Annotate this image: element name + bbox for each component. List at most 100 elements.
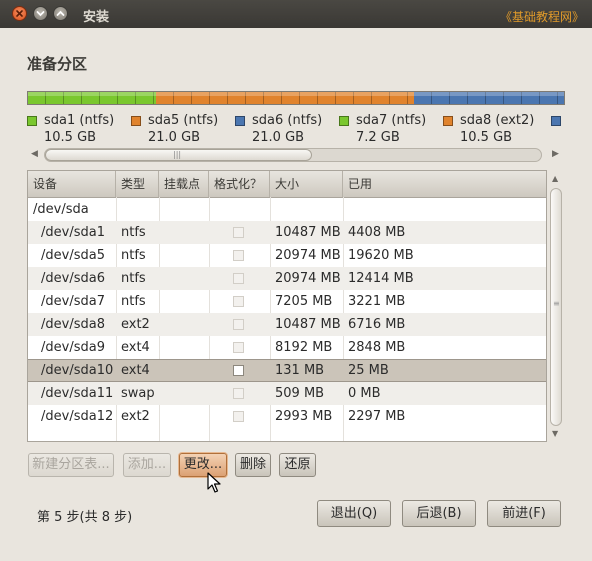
legend-label: sda6 (ntfs) bbox=[252, 113, 323, 128]
legend-size: 10.5 GB bbox=[460, 130, 513, 145]
format-checkbox[interactable] bbox=[233, 342, 244, 353]
device-cell: /dev/sda8 bbox=[41, 317, 105, 332]
format-checkbox[interactable] bbox=[233, 250, 244, 261]
page-title: 准备分区 bbox=[27, 55, 88, 73]
table-row[interactable]: /dev/sda11 swap 509 MB 0 MB bbox=[28, 382, 546, 405]
used-cell: 2848 MB bbox=[348, 340, 406, 355]
legend-swatch bbox=[131, 116, 141, 126]
type-cell: ext4 bbox=[121, 340, 150, 355]
column-header-size[interactable]: 大小 bbox=[270, 171, 343, 197]
device-cell: /dev/sda11 bbox=[41, 386, 114, 401]
partition-segment-sda6 bbox=[414, 92, 564, 104]
size-cell: 7205 MB bbox=[275, 294, 333, 309]
table-row[interactable]: /dev/sda5 ntfs 20974 MB 19620 MB bbox=[28, 244, 546, 267]
format-checkbox[interactable] bbox=[233, 296, 244, 307]
column-header-device[interactable]: 设备 bbox=[28, 171, 116, 197]
device-cell: /dev/sda10 bbox=[41, 363, 114, 378]
chevron-up-icon bbox=[56, 10, 65, 16]
used-cell: 3221 MB bbox=[348, 294, 406, 309]
used-cell: 19620 MB bbox=[348, 248, 414, 263]
window-title: 安装 bbox=[83, 10, 110, 25]
delete-partition-button[interactable]: 删除 bbox=[235, 453, 271, 477]
close-window-button[interactable] bbox=[12, 6, 27, 21]
used-cell: 25 MB bbox=[348, 363, 389, 378]
partition-table[interactable]: 设备 类型 挂载点 格式化？ 大小 已用 /dev/sda /dev/sda1 … bbox=[27, 170, 547, 442]
partition-bar bbox=[27, 91, 565, 105]
new-partition-table-button[interactable]: 新建分区表... bbox=[28, 453, 114, 477]
partition-legend: sda1 (ntfs) 10.5 GB sda5 (ntfs) 21.0 GB … bbox=[27, 113, 565, 145]
table-row[interactable]: /dev/sda12 ext2 2993 MB 2297 MB bbox=[28, 405, 546, 428]
scroll-left-icon[interactable]: ◀ bbox=[31, 149, 38, 159]
legend-size: 21.0 GB bbox=[252, 130, 305, 145]
size-cell: 10487 MB bbox=[275, 317, 341, 332]
legend-size: 21.0 GB bbox=[148, 130, 201, 145]
table-row-disk[interactable]: /dev/sda bbox=[28, 198, 546, 221]
format-checkbox[interactable] bbox=[233, 388, 244, 399]
back-button[interactable]: 后退(B) bbox=[402, 500, 476, 527]
table-row-selected[interactable]: /dev/sda10 ext4 131 MB 25 MB bbox=[28, 359, 546, 382]
mouse-pointer-icon bbox=[207, 472, 221, 493]
format-checkbox[interactable] bbox=[233, 273, 244, 284]
scroll-down-icon[interactable]: ▼ bbox=[552, 429, 558, 438]
legend-size: 7.2 GB bbox=[356, 130, 400, 145]
type-cell: ntfs bbox=[121, 294, 146, 309]
type-cell: ext4 bbox=[121, 363, 150, 378]
legend-size: 10.5 GB bbox=[44, 130, 97, 145]
column-header-type[interactable]: 类型 bbox=[116, 171, 159, 197]
size-cell: 8192 MB bbox=[275, 340, 333, 355]
format-checkbox[interactable] bbox=[233, 411, 244, 422]
legend-label: sda1 (ntfs) bbox=[44, 113, 115, 128]
device-cell: /dev/sda6 bbox=[41, 271, 105, 286]
table-row[interactable]: /dev/sda1 ntfs 10487 MB 4408 MB bbox=[28, 221, 546, 244]
column-header-used[interactable]: 已用 bbox=[343, 171, 546, 197]
partition-segment-sda1 bbox=[28, 92, 156, 104]
type-cell: ntfs bbox=[121, 248, 146, 263]
maximize-window-button[interactable] bbox=[53, 6, 68, 21]
format-checkbox[interactable] bbox=[233, 227, 244, 238]
legend-swatch bbox=[27, 116, 37, 126]
add-partition-button[interactable]: 添加... bbox=[123, 453, 171, 477]
partition-segment-sda5 bbox=[156, 92, 414, 104]
size-cell: 509 MB bbox=[275, 386, 325, 401]
device-cell: /dev/sda12 bbox=[41, 409, 114, 424]
table-vertical-scrollbar[interactable]: ▲ ≡ ▼ bbox=[548, 172, 564, 442]
size-cell: 131 MB bbox=[275, 363, 325, 378]
revert-button[interactable]: 还原 bbox=[279, 453, 316, 477]
type-cell: ext2 bbox=[121, 317, 150, 332]
type-cell: ntfs bbox=[121, 225, 146, 240]
scroll-right-icon[interactable]: ▶ bbox=[552, 149, 559, 159]
column-header-format[interactable]: 格式化？ bbox=[209, 171, 270, 197]
device-cell: /dev/sda bbox=[33, 202, 89, 217]
legend-swatch bbox=[551, 116, 561, 126]
minimize-window-button[interactable] bbox=[33, 6, 48, 21]
used-cell: 2297 MB bbox=[348, 409, 406, 424]
step-indicator: 第 5 步(共 8 步) bbox=[37, 510, 133, 525]
device-cell: /dev/sda5 bbox=[41, 248, 105, 263]
type-cell: ext2 bbox=[121, 409, 150, 424]
table-row[interactable]: /dev/sda6 ntfs 20974 MB 12414 MB bbox=[28, 267, 546, 290]
legend-horizontal-scrollbar[interactable]: ◀ ||| ▶ bbox=[27, 148, 565, 162]
device-cell: /dev/sda7 bbox=[41, 294, 105, 309]
size-cell: 20974 MB bbox=[275, 248, 341, 263]
legend-swatch bbox=[339, 116, 349, 126]
scrollbar-thumb[interactable]: ||| bbox=[45, 149, 312, 161]
scrollbar-thumb[interactable]: ≡ bbox=[550, 188, 562, 426]
chevron-down-icon bbox=[36, 11, 45, 17]
size-cell: 10487 MB bbox=[275, 225, 341, 240]
quit-button[interactable]: 退出(Q) bbox=[317, 500, 391, 527]
title-bar: 安装 《基础教程网》 bbox=[0, 0, 592, 28]
size-cell: 2993 MB bbox=[275, 409, 333, 424]
legend-label: sda8 (ext2) bbox=[460, 113, 535, 128]
type-cell: ntfs bbox=[121, 271, 146, 286]
format-checkbox[interactable] bbox=[233, 365, 244, 376]
format-checkbox[interactable] bbox=[233, 319, 244, 330]
column-header-mount[interactable]: 挂载点 bbox=[159, 171, 209, 197]
used-cell: 0 MB bbox=[348, 386, 381, 401]
legend-swatch bbox=[235, 116, 245, 126]
used-cell: 6716 MB bbox=[348, 317, 406, 332]
forward-button[interactable]: 前进(F) bbox=[487, 500, 561, 527]
table-row[interactable]: /dev/sda8 ext2 10487 MB 6716 MB bbox=[28, 313, 546, 336]
scroll-up-icon[interactable]: ▲ bbox=[552, 174, 558, 183]
table-row[interactable]: /dev/sda9 ext4 8192 MB 2848 MB bbox=[28, 336, 546, 359]
table-row[interactable]: /dev/sda7 ntfs 7205 MB 3221 MB bbox=[28, 290, 546, 313]
